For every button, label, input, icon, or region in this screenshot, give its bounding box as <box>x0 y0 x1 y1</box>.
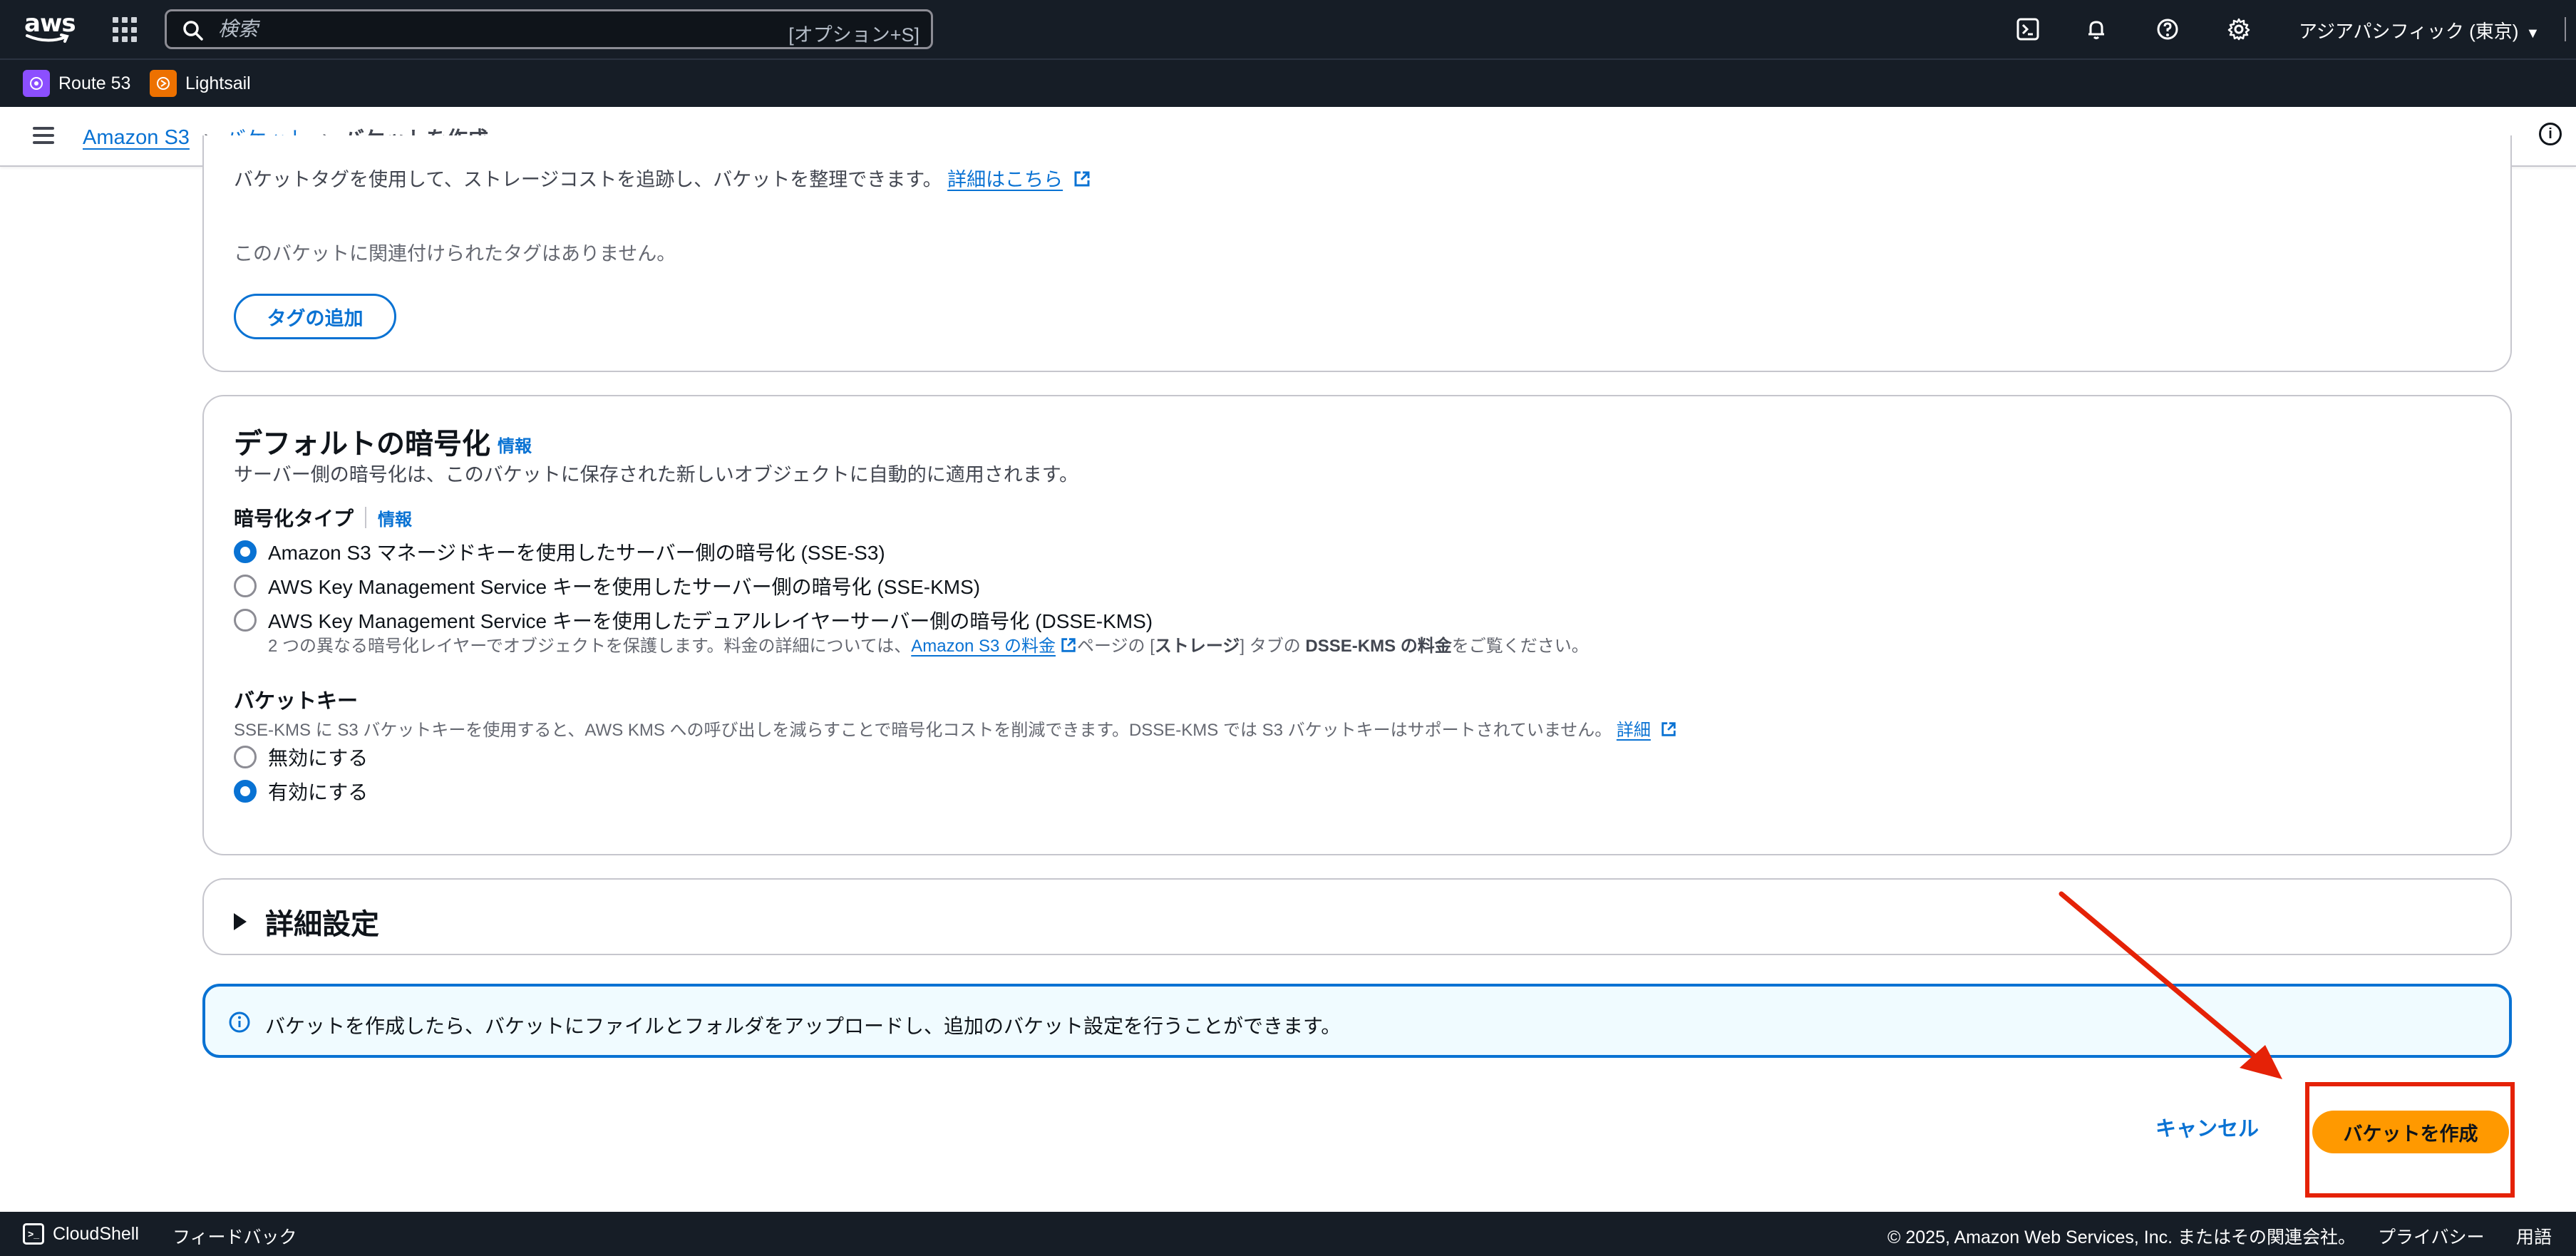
footer-terms-label: 用語 <box>2516 1227 2552 1247</box>
caret-right-icon <box>234 913 247 930</box>
alert-message: バケットを作成したら、バケットにファイルとフォルダをアップロードし、追加のバケッ… <box>265 1015 1341 1037</box>
favorite-lightsail[interactable]: Lightsail <box>150 70 251 97</box>
learn-more-link[interactable]: 詳細はこちら <box>947 169 1063 190</box>
radio-button[interactable] <box>234 575 257 597</box>
annotation-arrow-icon <box>2059 891 2282 1079</box>
encryption-info-link[interactable]: 情報 <box>498 432 532 457</box>
radio-label: AWS Key Management Service キーを使用したデュアルレイ… <box>268 610 1153 632</box>
region-label: アジアパシフィック (東京) <box>2299 21 2519 42</box>
footer-feedback-label: フィードバック <box>172 1227 297 1247</box>
tags-description-text: バケットタグを使用して、ストレージコストを追跡し、バケットを整理できます。 <box>234 169 942 190</box>
search-bar[interactable]: [オプション+S] <box>165 9 933 49</box>
route53-icon <box>23 70 50 97</box>
encryption-heading: デフォルトの暗号化 <box>234 428 490 460</box>
radio-label: AWS Key Management Service キーを使用したサーバー側の… <box>268 576 981 598</box>
cloudshell-icon: >_ <box>23 1223 44 1245</box>
advanced-settings-toggle[interactable]: 詳細設定 <box>234 901 379 942</box>
search-shortcut-hint: [オプション+S] <box>788 24 919 46</box>
radio-bucket-key-disable[interactable]: 無効にする <box>234 743 368 771</box>
nav-divider <box>2565 17 2566 41</box>
add-tag-button[interactable]: タグの追加 <box>234 294 396 339</box>
radio-label: 無効にする <box>268 747 369 769</box>
top-navigation: aws [オプション+S] アジアパシフィック (東京) ▼ <box>0 0 2576 58</box>
help-icon[interactable] <box>2154 16 2181 43</box>
radio-button[interactable] <box>234 746 257 768</box>
external-link-icon <box>1061 638 1076 652</box>
services-menu-icon[interactable] <box>113 17 138 43</box>
footer-cloudshell[interactable]: >_ CloudShell <box>23 1223 139 1245</box>
external-link-icon <box>1661 722 1676 736</box>
radio-label: Amazon S3 マネージドキーを使用したサーバー側の暗号化 (SSE-S3) <box>268 542 885 564</box>
dsse-kms-note: 2 つの異なる暗号化レイヤーでオブジェクトを保護します。料金の詳細については、A… <box>268 637 1589 656</box>
radio-button[interactable] <box>234 609 257 632</box>
region-selector[interactable]: アジアパシフィック (東京) ▼ <box>2299 17 2540 43</box>
encryption-type-info-link[interactable]: 情報 <box>378 505 412 530</box>
favorites-bar: Route 53 Lightsail <box>0 58 2576 107</box>
menu-hamburger-icon[interactable] <box>33 127 54 144</box>
tags-empty-state: このバケットに関連付けられたタグはありません。 <box>234 243 676 264</box>
tags-panel: バケットタグを使用して、ストレージコストを追跡し、バケットを整理できます。 詳細… <box>202 135 2512 372</box>
lightsail-icon <box>150 70 177 97</box>
radio-sse-s3[interactable]: Amazon S3 マネージドキーを使用したサーバー側の暗号化 (SSE-S3) <box>234 537 885 566</box>
info-panel-icon[interactable]: i <box>2539 123 2562 145</box>
favorite-label: Lightsail <box>185 73 251 93</box>
radio-button-selected[interactable] <box>234 780 257 803</box>
advanced-settings-title: 詳細設定 <box>265 909 379 940</box>
bucket-key-description: SSE-KMS に S3 バケットキーを使用すると、AWS KMS への呼び出し… <box>234 716 1677 741</box>
footer-copyright: © 2025, Amazon Web Services, Inc. またはその関… <box>1887 1223 2356 1249</box>
footer-copyright-text: © 2025, Amazon Web Services, Inc. またはその関… <box>1887 1227 2356 1247</box>
footer-terms-link[interactable]: 用語 <box>2516 1223 2552 1249</box>
s3-pricing-link[interactable]: Amazon S3 の料金 <box>911 637 1056 656</box>
aws-smile-icon <box>26 34 69 43</box>
encryption-description: サーバー側の暗号化は、このバケットに保存された新しいオブジェクトに自動的に適用さ… <box>234 464 1079 485</box>
info-icon <box>229 1012 250 1033</box>
caret-down-icon: ▼ <box>2525 26 2540 41</box>
cancel-button[interactable]: キャンセル <box>2155 1112 2259 1142</box>
footer-cloudshell-label: CloudShell <box>53 1223 139 1244</box>
search-input[interactable] <box>218 17 860 41</box>
radio-dsse-kms[interactable]: AWS Key Management Service キーを使用したデュアルレイ… <box>234 606 1153 634</box>
radio-button-selected[interactable] <box>234 540 257 563</box>
aws-logo-text: aws <box>24 9 76 38</box>
radio-bucket-key-enable[interactable]: 有効にする <box>234 777 368 805</box>
footer-privacy-label: プライバシー <box>2378 1227 2485 1247</box>
bucket-key-label: バケットキー <box>234 690 359 713</box>
favorite-route53[interactable]: Route 53 <box>23 70 130 97</box>
encryption-type-text: 暗号化タイプ <box>234 508 354 530</box>
radio-sse-kms[interactable]: AWS Key Management Service キーを使用したサーバー側の… <box>234 572 980 600</box>
encryption-type-label: 暗号化タイプ 情報 <box>234 503 412 532</box>
radio-label: 有効にする <box>268 781 369 803</box>
notifications-bell-icon[interactable] <box>2083 16 2110 43</box>
footer-privacy-link[interactable]: プライバシー <box>2378 1223 2485 1249</box>
external-link-icon <box>1074 171 1090 187</box>
settings-gear-icon[interactable] <box>2225 16 2252 43</box>
tags-description: バケットタグを使用して、ストレージコストを追跡し、バケットを整理できます。 詳細… <box>234 164 1091 192</box>
aws-logo[interactable]: aws <box>24 9 76 46</box>
cloudshell-icon[interactable] <box>2014 16 2041 43</box>
annotation-highlight-box <box>2305 1082 2515 1198</box>
bucket-key-learn-more-link[interactable]: 詳細 <box>1617 721 1651 740</box>
footer-feedback[interactable]: フィードバック <box>172 1223 297 1249</box>
search-icon <box>183 21 203 41</box>
footer: >_ CloudShell フィードバック © 2025, Amazon Web… <box>0 1212 2576 1256</box>
default-encryption-panel: デフォルトの暗号化 情報 サーバー側の暗号化は、このバケットに保存された新しいオ… <box>202 395 2512 855</box>
breadcrumb-amazon-s3[interactable]: Amazon S3 <box>83 126 190 150</box>
favorite-label: Route 53 <box>58 73 131 93</box>
